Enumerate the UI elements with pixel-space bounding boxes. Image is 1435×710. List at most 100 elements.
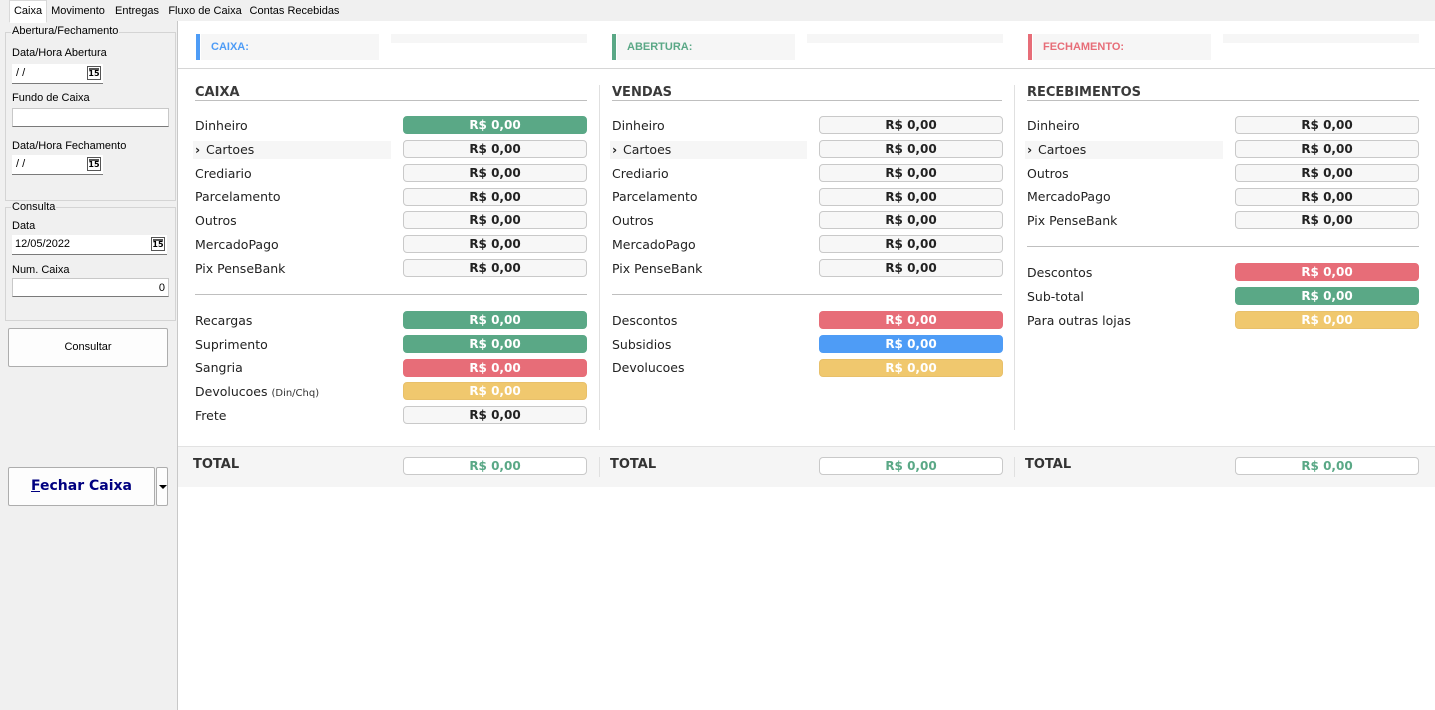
left-panel: Abertura/Fechamento Data/Hora Abertura /… — [0, 21, 178, 710]
recebimentos-outras-lojas-value: R$ 0,00 — [1235, 311, 1419, 329]
total-recebimentos-label: TOTAL — [1025, 457, 1072, 472]
abertura-date-value: / / — [16, 67, 26, 79]
fechar-caixa-dropdown[interactable] — [156, 467, 168, 506]
vendas-descontos-value: R$ 0,00 — [819, 311, 1003, 329]
consultar-button[interactable]: Consultar — [8, 328, 168, 367]
header-fechamento-value — [1223, 34, 1419, 43]
caixa-row-frete: Frete — [195, 408, 227, 423]
caixa-row-outros: Outros — [195, 213, 237, 228]
caixa-devolucoes-label: Devolucoes — [195, 384, 268, 399]
total-vendas-label: TOTAL — [610, 457, 657, 472]
recebimentos-subtotal-value: R$ 0,00 — [1235, 287, 1419, 305]
vendas-row-mercadopago: MercadoPago — [612, 237, 696, 252]
header-abertura-value — [807, 34, 1003, 43]
chevron-right-icon: › — [1027, 142, 1033, 157]
caixa-row-crediario: Crediario — [195, 166, 252, 181]
recebimentos-mercadopago-value: R$ 0,00 — [1235, 188, 1419, 206]
caixa-row-sangria: Sangria — [195, 360, 243, 375]
recebimentos-dinheiro-value: R$ 0,00 — [1235, 116, 1419, 134]
tab-contas-recebidas[interactable]: Contas Recebidas — [248, 2, 341, 20]
fechar-caixa-button[interactable]: Fechar Caixa — [8, 467, 155, 506]
recebimentos-outros-value: R$ 0,00 — [1235, 164, 1419, 182]
fechamento-accent-bar — [1028, 34, 1032, 60]
main-panel: CAIXA: ABERTURA: FECHAMENTO: CAIXA Dinhe… — [178, 21, 1435, 710]
caixa-row-dinheiro: Dinheiro — [195, 118, 248, 133]
caixa-row-mercadopago: MercadoPago — [195, 237, 279, 252]
recebimentos-row-cartoes[interactable]: › Cartoes — [1025, 141, 1223, 159]
caixa-devolucoes-note: (Din/Chq) — [271, 388, 320, 399]
caixa-crediario-value: R$ 0,00 — [403, 164, 587, 182]
caixa-pix-value: R$ 0,00 — [403, 259, 587, 277]
fechamento-date-field[interactable]: / / 15 — [12, 155, 103, 175]
abertura-date-field[interactable]: / / 15 — [12, 64, 103, 84]
vendas-dinheiro-value: R$ 0,00 — [819, 116, 1003, 134]
tab-caixa[interactable]: Caixa — [9, 0, 47, 23]
recebimentos-row-pix: Pix PenseBank — [1027, 213, 1118, 228]
vendas-divider — [612, 294, 1002, 295]
vendas-section-title: VENDAS — [612, 85, 673, 100]
caixa-row-cartoes[interactable]: › Cartoes — [193, 141, 391, 159]
vendas-outros-value: R$ 0,00 — [819, 211, 1003, 229]
tab-bar: Caixa Movimento Entregas Fluxo de Caixa … — [0, 0, 1435, 23]
calendar-icon[interactable]: 15 — [87, 157, 101, 171]
vendas-parcelamento-value: R$ 0,00 — [819, 188, 1003, 206]
vendas-row-subsidios: Subsidios — [612, 337, 672, 352]
caixa-accent-bar — [196, 34, 200, 60]
caixa-section-line — [195, 100, 587, 101]
num-caixa-input[interactable]: 0 — [12, 278, 169, 297]
vendas-row-devolucoes: Devolucoes — [612, 360, 685, 375]
recebimentos-cartoes-label: Cartoes — [1038, 142, 1087, 157]
header-caixa-value — [391, 34, 587, 43]
data-label: Data — [12, 220, 36, 232]
chevron-down-icon — [159, 485, 167, 489]
calendar-icon[interactable]: 15 — [151, 237, 165, 251]
totals-divider — [1014, 457, 1015, 477]
vendas-cartoes-label: Cartoes — [623, 142, 672, 157]
caixa-row-parcelamento: Parcelamento — [195, 189, 281, 204]
header-fechamento: FECHAMENTO: — [1033, 34, 1211, 60]
caixa-outros-value: R$ 0,00 — [403, 211, 587, 229]
caixa-devolucoes-value: R$ 0,00 — [403, 382, 587, 400]
caixa-mercadopago-value: R$ 0,00 — [403, 235, 587, 253]
tab-fluxo-de-caixa[interactable]: Fluxo de Caixa — [166, 2, 244, 20]
header-abertura: ABERTURA: — [617, 34, 795, 60]
recebimentos-row-outras-lojas: Para outras lojas — [1027, 313, 1131, 328]
recebimentos-row-dinheiro: Dinheiro — [1027, 118, 1080, 133]
vendas-devolucoes-value: R$ 0,00 — [819, 359, 1003, 377]
data-date-field[interactable]: 12/05/2022 15 — [12, 235, 167, 255]
total-recebimentos-value: R$ 0,00 — [1235, 457, 1419, 475]
recebimentos-divider — [1027, 246, 1419, 247]
tab-movimento[interactable]: Movimento — [49, 2, 107, 20]
recebimentos-descontos-value: R$ 0,00 — [1235, 263, 1419, 281]
recebimentos-section-title: RECEBIMENTOS — [1027, 85, 1142, 100]
fechamento-date-value: / / — [16, 158, 26, 170]
vendas-row-cartoes[interactable]: › Cartoes — [610, 141, 807, 159]
vendas-cartoes-value: R$ 0,00 — [819, 140, 1003, 158]
vendas-section-line — [612, 100, 1002, 101]
vendas-crediario-value: R$ 0,00 — [819, 164, 1003, 182]
vendas-row-outros: Outros — [612, 213, 654, 228]
caixa-row-suprimento: Suprimento — [195, 337, 268, 352]
chevron-right-icon: › — [612, 142, 618, 157]
caixa-frete-value: R$ 0,00 — [403, 406, 587, 424]
totals-bar: TOTAL R$ 0,00 TOTAL R$ 0,00 TOTAL R$ 0,0… — [178, 446, 1435, 487]
total-caixa-label: TOTAL — [193, 457, 240, 472]
vendas-pix-value: R$ 0,00 — [819, 259, 1003, 277]
caixa-row-recargas: Recargas — [195, 313, 253, 328]
fechar-caixa-label: echar Caixa — [40, 478, 132, 494]
consulta-title: Consulta — [11, 201, 57, 213]
data-date-value: 12/05/2022 — [15, 238, 71, 250]
caixa-row-pix: Pix PenseBank — [195, 261, 286, 276]
fundo-de-caixa-input[interactable] — [12, 108, 169, 127]
tab-entregas[interactable]: Entregas — [112, 2, 162, 20]
calendar-icon[interactable]: 15 — [87, 66, 101, 80]
header-caixa: CAIXA: — [201, 34, 379, 60]
caixa-cartoes-label: Cartoes — [206, 142, 255, 157]
vendas-row-crediario: Crediario — [612, 166, 669, 181]
caixa-row-devolucoes: Devolucoes (Din/Chq) — [193, 383, 391, 401]
vendas-row-parcelamento: Parcelamento — [612, 189, 698, 204]
abertura-fechamento-title: Abertura/Fechamento — [11, 25, 120, 37]
recebimentos-row-mercadopago: MercadoPago — [1027, 189, 1111, 204]
recebimentos-cartoes-value: R$ 0,00 — [1235, 140, 1419, 158]
vendas-subsidios-value: R$ 0,00 — [819, 335, 1003, 353]
